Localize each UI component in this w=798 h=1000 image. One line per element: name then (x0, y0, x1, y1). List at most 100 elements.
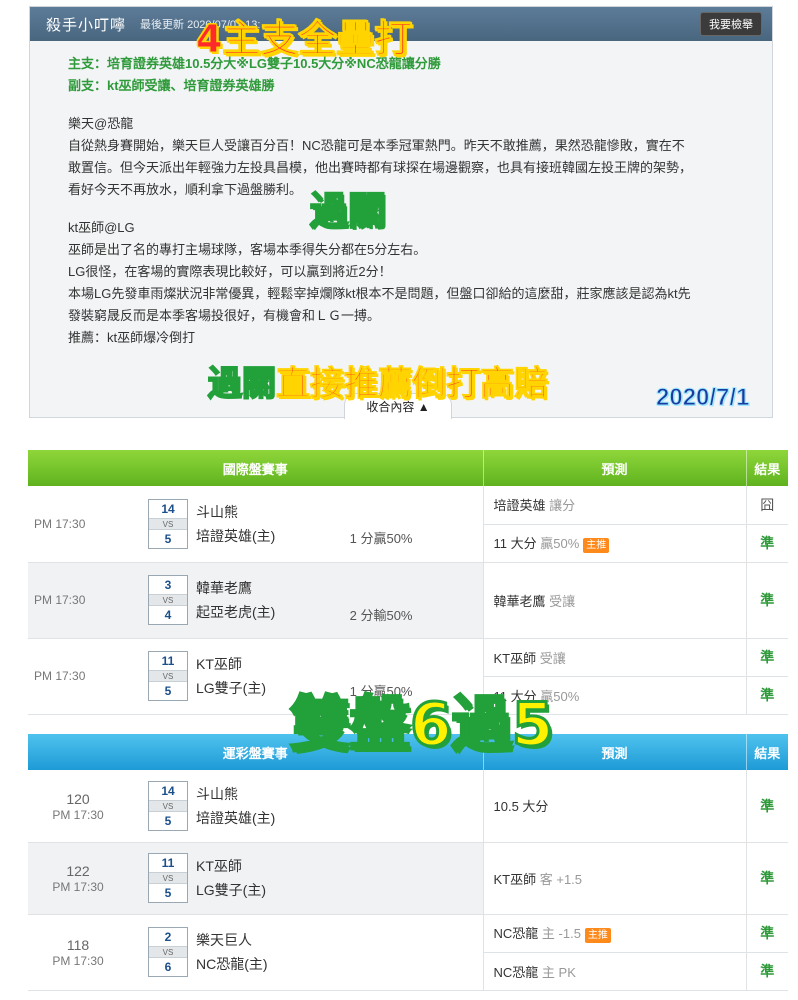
result-cell: 準 (745, 562, 788, 639)
score-home: 5 (164, 531, 172, 546)
overlay-pass-2: 過關 (207, 363, 277, 405)
score-away: 11 (161, 856, 175, 870)
para2-line: 巫師是出了名的專打主場球隊，客場本季得失分都在5分左右。 (68, 242, 427, 257)
result-mark: 囧 (760, 496, 775, 513)
main-pick-badge: 主推 (583, 537, 610, 553)
report-button[interactable]: 我要檢舉 (700, 12, 762, 36)
game-number: 118 (66, 937, 90, 953)
para1-line: 看好今天不再放水，順利拿下過盤勝利。 (68, 182, 303, 197)
prediction-detail: 主 PK (541, 964, 576, 980)
overlay-record: 雙盤6過5 (289, 689, 555, 762)
result-mark: 準 (760, 963, 775, 979)
team-away: 韓華老鷹 (196, 580, 252, 596)
overlay-recommend: 過關直接推薦倒打高賠 (207, 356, 549, 405)
score-home: 5 (164, 813, 172, 828)
para2-line: kt巫師@LG (68, 220, 135, 235)
prediction-text: NC恐龍 (493, 926, 539, 942)
result-mark: 準 (760, 535, 775, 551)
prediction-cell: 11 大分 贏50% 主推 (482, 524, 746, 563)
main-pick-badge: 主推 (584, 927, 611, 943)
prediction-text: 11 大分 (493, 536, 537, 552)
result-cell: 準 (745, 676, 788, 715)
vs-label: VS (149, 594, 187, 606)
para1-line: 自從熱身賽開始，樂天巨人受讓百分百！NC恐龍可是本季冠軍熱門。昨天不敢推薦，果然… (68, 138, 685, 153)
result-cell: 準 (745, 638, 788, 677)
table-row: 118 PM 17:30 2 VS 6 樂天巨人 NC恐龍(主) NC恐龍 主 -1.5 主推準 (28, 914, 788, 991)
table-row: PM 17:30 11 VS 5 KT巫師 LG雙子(主) 1 分贏50% KT巫師 受讓準 (28, 638, 788, 715)
scoreboard: 11 VS 5 (148, 853, 188, 903)
analysis-paragraph-1: 樂天@恐龍 自從熱身賽開始，樂天巨人受讓百分百！NC恐龍可是本季冠軍熱門。昨天不… (68, 113, 734, 201)
lottery-odds-table: 運彩盤賽事 預測 結果 120 PM 17:30 14 VS 5 斗山熊 培證英雄(主) 10… (28, 734, 788, 991)
vs-label: VS (149, 517, 187, 530)
game-info: PM 17:30 14 VS 5 斗山熊 培證英雄(主) 1 分贏50% (28, 486, 483, 563)
prediction-text: 培證英雄 (493, 498, 546, 514)
team-home: 起亞老虎(主) (196, 604, 276, 620)
handicap-result: 2 分輸50% (349, 607, 413, 623)
header-event: 國際盤賽事 (28, 450, 484, 486)
vs-label: VS (149, 670, 187, 682)
prediction-cell: NC恐龍 主 PK (482, 952, 746, 991)
score-home: 5 (164, 684, 172, 698)
para2-line: 本場LG先發車雨燦狀況非常優異，輕鬆宰掉爛隊kt根本不是問題，但盤口卻給的這麼甜… (68, 286, 691, 301)
score-home: 6 (164, 960, 172, 974)
scoreboard: 11 VS 5 (148, 651, 188, 701)
table-row: 120 PM 17:30 14 VS 5 斗山熊 培證英雄(主) 10.5 大分準 (28, 770, 788, 843)
result-cell: 準 (745, 842, 788, 915)
prediction-detail: 讓分 (549, 498, 576, 514)
result-mark: 準 (760, 925, 775, 941)
prediction-text: NC恐龍 (493, 964, 539, 980)
result-mark: 準 (760, 592, 775, 608)
teams: KT巫師 LG雙子(主) (196, 652, 266, 700)
para1-line: 敢置信。但今天派出年輕強力左投具昌模，他出賽時都有球探在場邊觀察，也具有接班韓國… (68, 160, 693, 175)
teams: KT巫師 LG雙子(主) (196, 854, 266, 902)
teams: 斗山熊培證英雄(主) (196, 782, 275, 830)
result-cell: 準 (745, 770, 788, 843)
card-body: 主支：培育證券英雄10.5分大※LG雙子10.5大分※NC恐龍讓分勝 副支：kt… (30, 41, 772, 349)
team-home: 培證英雄(主) (196, 809, 276, 826)
team-away: 斗山熊 (196, 785, 238, 802)
team-home: LG雙子(主) (196, 882, 266, 898)
overlay-headline: 4主支全壘打 (195, 17, 413, 62)
game-number: 120 (66, 790, 90, 807)
game-time: PM 17:30 (34, 593, 86, 607)
team-away: 斗山熊 (196, 503, 238, 520)
result-mark: 準 (760, 797, 775, 814)
prediction-detail: 贏50% (540, 536, 580, 552)
teams: 斗山熊培證英雄(主) (196, 500, 275, 548)
prediction-detail: 客 +1.5 (539, 871, 583, 887)
prediction-cell: 韓華老鷹 受讓 (482, 562, 746, 639)
score-away: 2 (164, 930, 172, 944)
result-mark: 準 (760, 687, 775, 703)
prediction-text: 10.5 大分 (493, 799, 549, 815)
para2-line: 推薦：kt巫師爆冷倒打 (68, 330, 196, 345)
game-info: PM 17:30 3 VS 4 韓華老鷹 起亞老虎(主) 2 分輸50% (28, 562, 483, 639)
header-prediction: 預測 (483, 450, 747, 486)
game-time: PM 17:30 (34, 669, 86, 683)
overlay-recommend-text: 直接推薦倒打高賠 (276, 364, 549, 405)
header-result: 結果 (746, 450, 788, 486)
overlay-date: 2020/7/1 (655, 384, 750, 412)
overlay-pass: 過關 (309, 188, 387, 234)
score-home: 4 (164, 608, 172, 622)
game-info: 122 PM 17:30 11 VS 5 KT巫師 LG雙子(主) (28, 842, 483, 915)
prediction-cell: 10.5 大分 (482, 770, 746, 843)
prediction-cell: KT巫師 受讓 (482, 638, 746, 677)
game-info: 118 PM 17:30 2 VS 6 樂天巨人 NC恐龍(主) (28, 914, 483, 991)
score-home: 5 (164, 886, 172, 900)
international-odds-table: 國際盤賽事 預測 結果 PM 17:30 14 VS 5 斗山熊 培證英雄(主) 1 分贏5… (28, 450, 788, 715)
prediction-cell: 培證英雄 讓分 (482, 486, 746, 525)
prediction-text: KT巫師 (493, 650, 537, 666)
handicap-result: 1 分贏50% (349, 531, 413, 547)
game-time: PM 17:30 (52, 954, 104, 968)
scoreboard: 3 VS 4 (148, 575, 188, 625)
team-home: 培證英雄(主) (196, 527, 276, 544)
scoreboard: 14 VS 5 (148, 780, 188, 831)
table-row: 122 PM 17:30 11 VS 5 KT巫師 LG雙子(主) KT巫師 客 +1.5 準 (28, 842, 788, 915)
team-home: LG雙子(主) (196, 680, 266, 696)
prediction-cell: NC恐龍 主 -1.5 主推 (482, 914, 746, 953)
prediction-text: 韓華老鷹 (493, 593, 546, 609)
vs-label: VS (149, 946, 187, 958)
team-away: KT巫師 (196, 656, 242, 672)
para2-line: LG很怪，在客場的實際表現比較好，可以贏到將近2分！ (68, 264, 392, 279)
result-cell: 準 (745, 952, 788, 991)
